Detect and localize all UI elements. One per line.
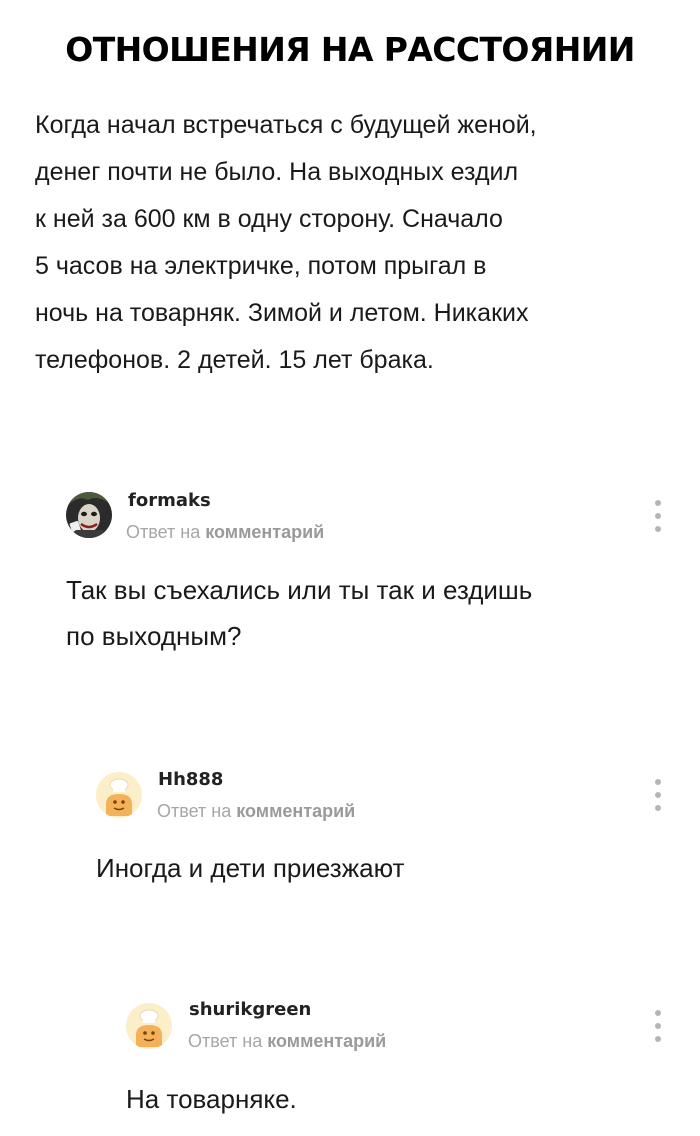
- more-options-icon[interactable]: [651, 1010, 665, 1044]
- comment-text-line: по выходным?: [66, 621, 242, 651]
- comment-text-line: Иногда и дети приезжают: [96, 853, 405, 883]
- story-line: 5 часов на электричке, потом прыгал в: [35, 252, 487, 280]
- comment: shurikgreen Ответ на комментарий На това…: [0, 995, 700, 1136]
- reply-target-link[interactable]: комментарий: [236, 801, 355, 821]
- avatar[interactable]: [66, 492, 112, 538]
- default-chef-avatar-icon: [126, 1003, 172, 1049]
- story-line: к ней за 600 км в одну сторону. Сначало: [35, 205, 503, 233]
- comment-text: На товарняке.: [126, 1076, 297, 1122]
- comment-text-line: Так вы съехались или ты так и ездишь: [66, 575, 533, 605]
- comment-text-line: На товарняке.: [126, 1084, 297, 1114]
- page-title: ОТНОШЕНИЯ НА РАССТОЯНИИ: [65, 30, 635, 69]
- reply-prefix: Ответ на: [126, 522, 201, 542]
- avatar[interactable]: [126, 1003, 172, 1049]
- comment-text: Иногда и дети приезжают: [96, 845, 404, 891]
- joker-avatar-icon: [66, 492, 112, 538]
- reply-to-label[interactable]: Ответ на комментарий: [126, 522, 324, 543]
- story-line: телефонов. 2 детей. 15 лет брака.: [35, 346, 434, 374]
- comment-text: Так вы съехались или ты так и ездишь по …: [66, 567, 532, 659]
- default-chef-avatar-icon: [96, 772, 142, 818]
- avatar[interactable]: [96, 772, 142, 818]
- comment-username[interactable]: shurikgreen: [189, 999, 311, 1020]
- reply-to-label[interactable]: Ответ на комментарий: [157, 801, 355, 822]
- comment: formaks Ответ на комментарий Так вы съех…: [0, 480, 700, 680]
- reply-prefix: Ответ на: [157, 801, 232, 821]
- story-text: Когда начал встречаться с будущей женой,…: [35, 102, 675, 384]
- story-line: денег почти не было. На выходных ездил: [35, 158, 519, 186]
- story-line: ночь на товарняк. Зимой и летом. Никаких: [35, 299, 529, 327]
- reply-target-link[interactable]: комментарий: [205, 522, 324, 542]
- more-options-icon[interactable]: [651, 500, 665, 534]
- reply-prefix: Ответ на: [188, 1031, 263, 1051]
- reply-target-link[interactable]: комментарий: [267, 1031, 386, 1051]
- comment-username[interactable]: formaks: [128, 490, 211, 511]
- comment: Hh888 Ответ на комментарий Иногда и дети…: [0, 765, 700, 905]
- reply-to-label[interactable]: Ответ на комментарий: [188, 1031, 386, 1052]
- comment-username[interactable]: Hh888: [158, 769, 223, 790]
- story-line: Когда начал встречаться с будущей женой,: [35, 111, 537, 139]
- more-options-icon[interactable]: [651, 779, 665, 813]
